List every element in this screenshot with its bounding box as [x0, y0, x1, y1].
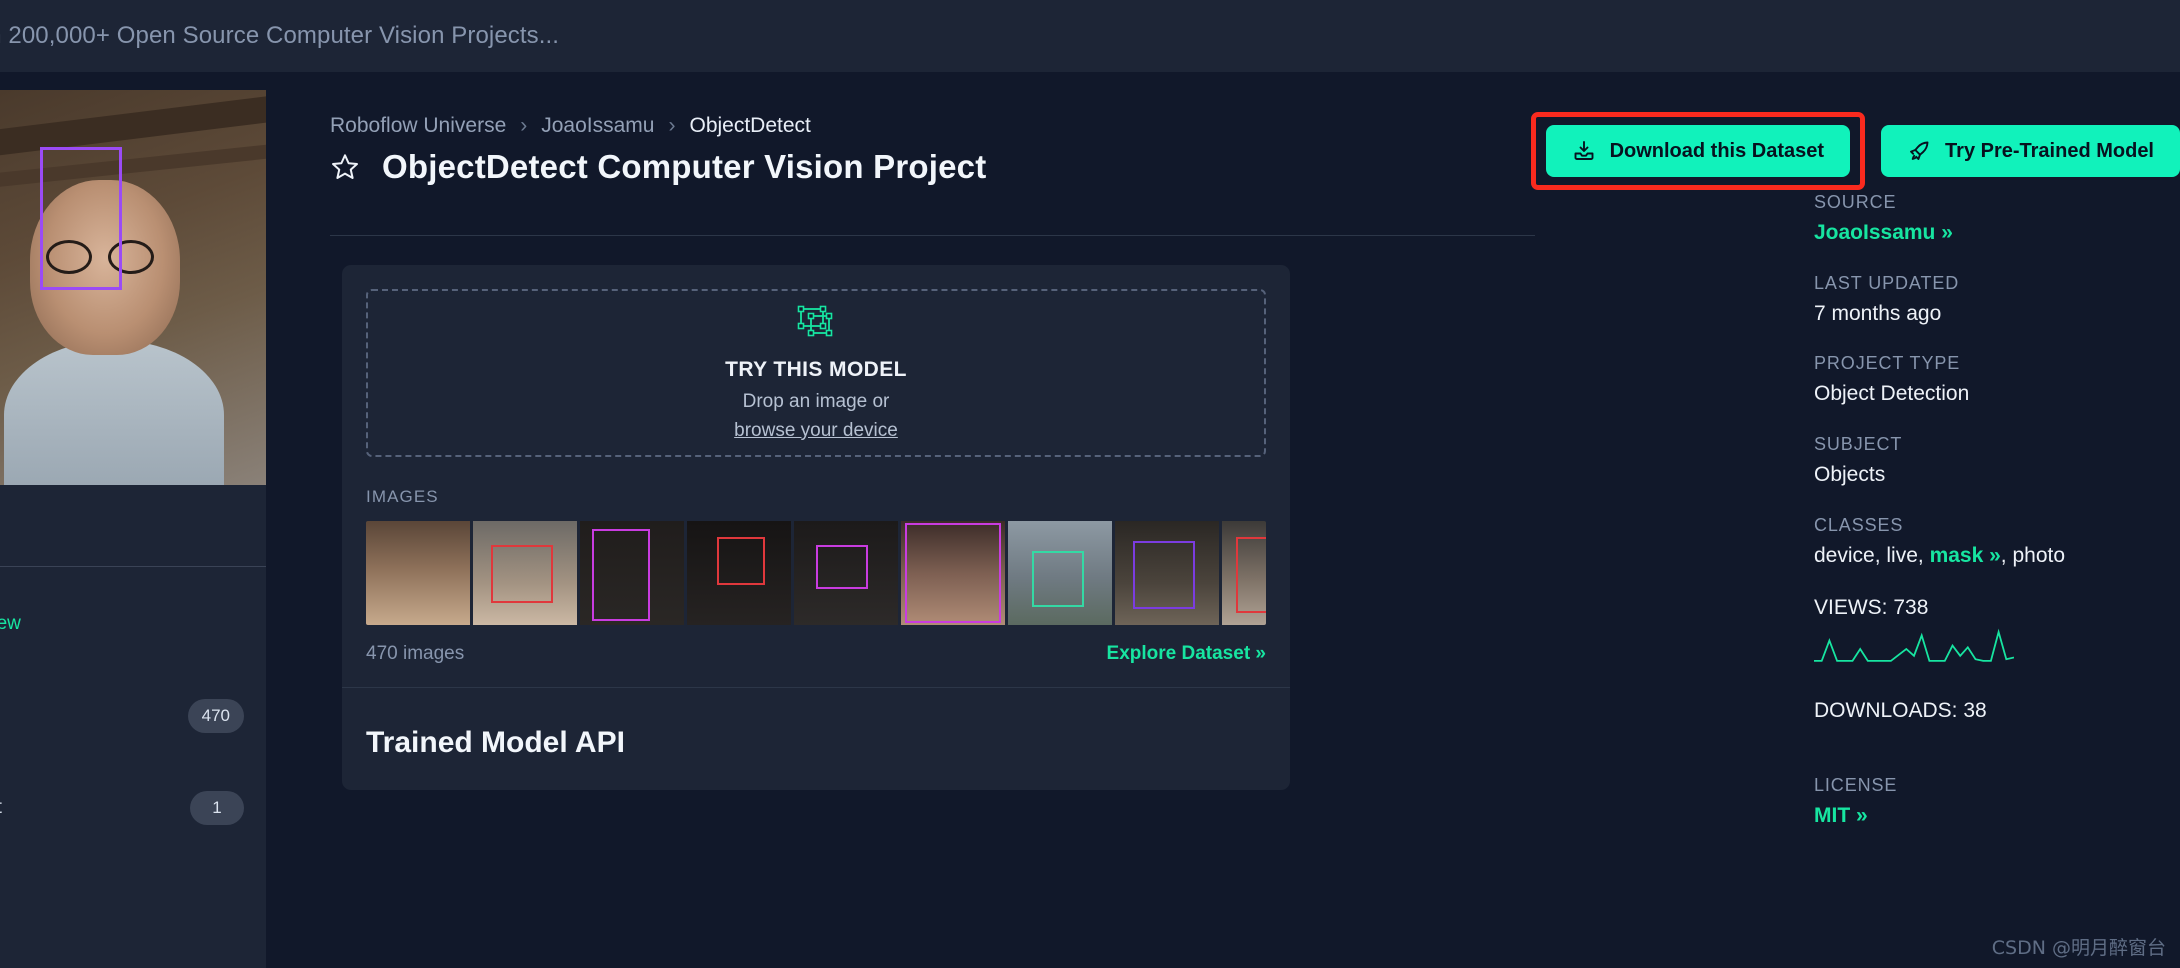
downloads-stat: DOWNLOADS: 38	[1814, 698, 1987, 722]
model-dropzone[interactable]: TRY THIS MODEL Drop an image or browse y…	[366, 289, 1266, 457]
annotation-bounding-box	[491, 545, 553, 603]
source-value-link[interactable]: JoaoIssamu »	[1814, 219, 2174, 247]
browse-device-link[interactable]: browse your device	[734, 420, 898, 442]
images-footer: 470 images Explore Dataset »	[366, 625, 1266, 687]
project-type-label: PROJECT TYPE	[1814, 353, 1961, 374]
project-type-value: Object Detection	[1814, 382, 1970, 406]
classes-rest: photo	[2012, 543, 2066, 567]
meta-subject: SUBJECT Objects	[1814, 434, 2174, 489]
subject-value: Objects	[1814, 463, 1886, 487]
sidebar-project-name: ctDetect	[0, 485, 266, 511]
image-thumbnail-strip[interactable]	[366, 521, 1266, 625]
try-pretrained-model-button[interactable]: Try Pre-Trained Model	[1881, 125, 2180, 177]
download-button-label: Download this Dataset	[1609, 139, 1825, 162]
star-outline-icon[interactable]	[330, 152, 360, 182]
project-metadata-sidebar: SOURCE JoaoIssamu » LAST UPDATED 7 month…	[1814, 192, 2174, 855]
annotation-bounding-box	[1133, 541, 1195, 609]
top-search-bar[interactable]: rch 200,000+ Open Source Computer Vision…	[0, 0, 2180, 72]
meta-classes: CLASSES device, live, mask », photo	[1814, 515, 2174, 570]
sidebar-item-dataset[interactable]: aset 1	[0, 785, 266, 831]
rocket-icon	[1907, 139, 1931, 163]
page-title: ObjectDetect Computer Vision Project	[382, 148, 987, 185]
classes-highlight-link[interactable]: mask »	[1930, 544, 2001, 567]
hero-bounding-box	[40, 147, 122, 290]
classes-prefix: device, live,	[1814, 543, 1930, 567]
header-actions: Download this Dataset Try Pre-Trained Mo…	[1530, 112, 2180, 190]
main-content: Roboflow Universe › JoaoIssamu › ObjectD…	[330, 72, 2180, 968]
meta-source: SOURCE JoaoIssamu »	[1814, 192, 2174, 247]
images-section: IMAGES 470 images Explore Dataset »	[342, 481, 1290, 687]
sidebar-item-overview[interactable]: erview	[0, 601, 266, 647]
search-input-placeholder[interactable]: rch 200,000+ Open Source Computer Vision…	[0, 22, 559, 50]
sidebar-item-model[interactable]: del	[0, 877, 266, 923]
breadcrumb-item-user[interactable]: JoaoIssamu	[541, 114, 654, 138]
dropzone-title: TRY THIS MODEL	[725, 357, 907, 381]
sidebar-item-label: aset	[0, 797, 2, 819]
thumbnail-person-dark-hoodie-face[interactable]	[687, 521, 791, 625]
views-stat: VIEWS: 738	[1814, 595, 1929, 619]
thumbnail-face-closeup-red-box-2[interactable]	[1222, 521, 1266, 625]
classes-value: device, live, mask », photo	[1814, 542, 2174, 570]
explore-dataset-link[interactable]: Explore Dataset »	[1107, 643, 1266, 665]
sidebar-item-images[interactable]: ges 470	[0, 693, 266, 739]
source-label: SOURCE	[1814, 192, 1897, 212]
overview-card: TRY THIS MODEL Drop an image or browse y…	[342, 265, 1290, 790]
breadcrumb-item-project[interactable]: ObjectDetect	[689, 114, 810, 138]
bounding-boxes-icon	[797, 305, 835, 344]
thumbnail-woman-portrait-magenta-box[interactable]	[901, 521, 1005, 625]
license-label: LICENSE	[1814, 774, 1898, 795]
annotation-bounding-box	[717, 537, 765, 585]
download-tray-icon	[1572, 139, 1596, 163]
image-count-label: 470 images	[366, 643, 465, 664]
license-value-link[interactable]: MIT »	[1814, 802, 2174, 830]
download-dataset-button[interactable]: Download this Dataset	[1545, 125, 1851, 177]
hero-person-body	[4, 340, 224, 485]
images-section-label: IMAGES	[366, 487, 439, 506]
trained-model-api-title: Trained Model API	[366, 726, 625, 759]
annotation-bounding-box	[816, 545, 868, 589]
thumbnail-phone-device-yellow[interactable]	[580, 521, 684, 625]
sidebar-divider	[0, 566, 266, 567]
dropzone-subtitle: Drop an image or	[742, 390, 890, 412]
page-root: rch 200,000+ Open Source Computer Vision…	[0, 0, 2180, 968]
classes-suffix: ,	[2000, 543, 2007, 567]
csdn-watermark: CSDN @明月醉窗台	[1991, 937, 2166, 959]
left-sidebar: ctDetect tection erview ges 470 aset 1 d…	[0, 90, 266, 968]
sidebar-item-label: erview	[0, 613, 21, 634]
sidebar-project-info: ctDetect tection erview ges 470 aset 1 d…	[0, 485, 266, 968]
download-highlight-box: Download this Dataset	[1530, 112, 1866, 190]
meta-license: LICENSE MIT »	[1814, 775, 2174, 830]
breadcrumb-separator-icon: ›	[668, 114, 676, 137]
thumbnail-outdoor-trees-person[interactable]	[1008, 521, 1112, 625]
views-sparkline-chart	[1814, 626, 2174, 675]
annotation-bounding-box	[905, 523, 1001, 623]
thumbnail-person-holding-phone[interactable]	[794, 521, 898, 625]
meta-last-updated: LAST UPDATED 7 months ago	[1814, 273, 2174, 328]
sidebar-badge-dataset: 1	[190, 791, 244, 825]
thumbnail-woman-portrait-brown-hair[interactable]	[366, 521, 470, 625]
annotation-bounding-box	[1032, 551, 1084, 607]
classes-label: CLASSES	[1814, 514, 1904, 535]
breadcrumb: Roboflow Universe › JoaoIssamu › ObjectD…	[330, 114, 811, 138]
breadcrumb-item-universe[interactable]: Roboflow Universe	[330, 114, 506, 138]
annotation-bounding-box	[592, 529, 650, 621]
header-divider	[330, 235, 1535, 236]
breadcrumb-separator-icon: ›	[520, 114, 528, 137]
sidebar-project-subtitle: tection	[0, 523, 266, 544]
sidebar-nav: erview ges 470 aset 1 del Docs lth Check	[0, 601, 266, 968]
last-updated-label: LAST UPDATED	[1814, 272, 1960, 293]
thumbnail-person-black-hat-purple-box[interactable]	[1115, 521, 1219, 625]
thumbnail-face-closeup-red-box[interactable]	[473, 521, 577, 625]
subject-label: SUBJECT	[1814, 434, 1903, 455]
try-model-button-label: Try Pre-Trained Model	[1945, 139, 2154, 162]
sidebar-badge-images: 470	[187, 699, 244, 733]
meta-project-type: PROJECT TYPE Object Detection	[1814, 353, 2174, 408]
annotation-bounding-box	[1236, 537, 1266, 613]
last-updated-value: 7 months ago	[1814, 301, 1942, 325]
project-hero-image	[0, 90, 266, 485]
title-row: ObjectDetect Computer Vision Project	[330, 148, 986, 186]
